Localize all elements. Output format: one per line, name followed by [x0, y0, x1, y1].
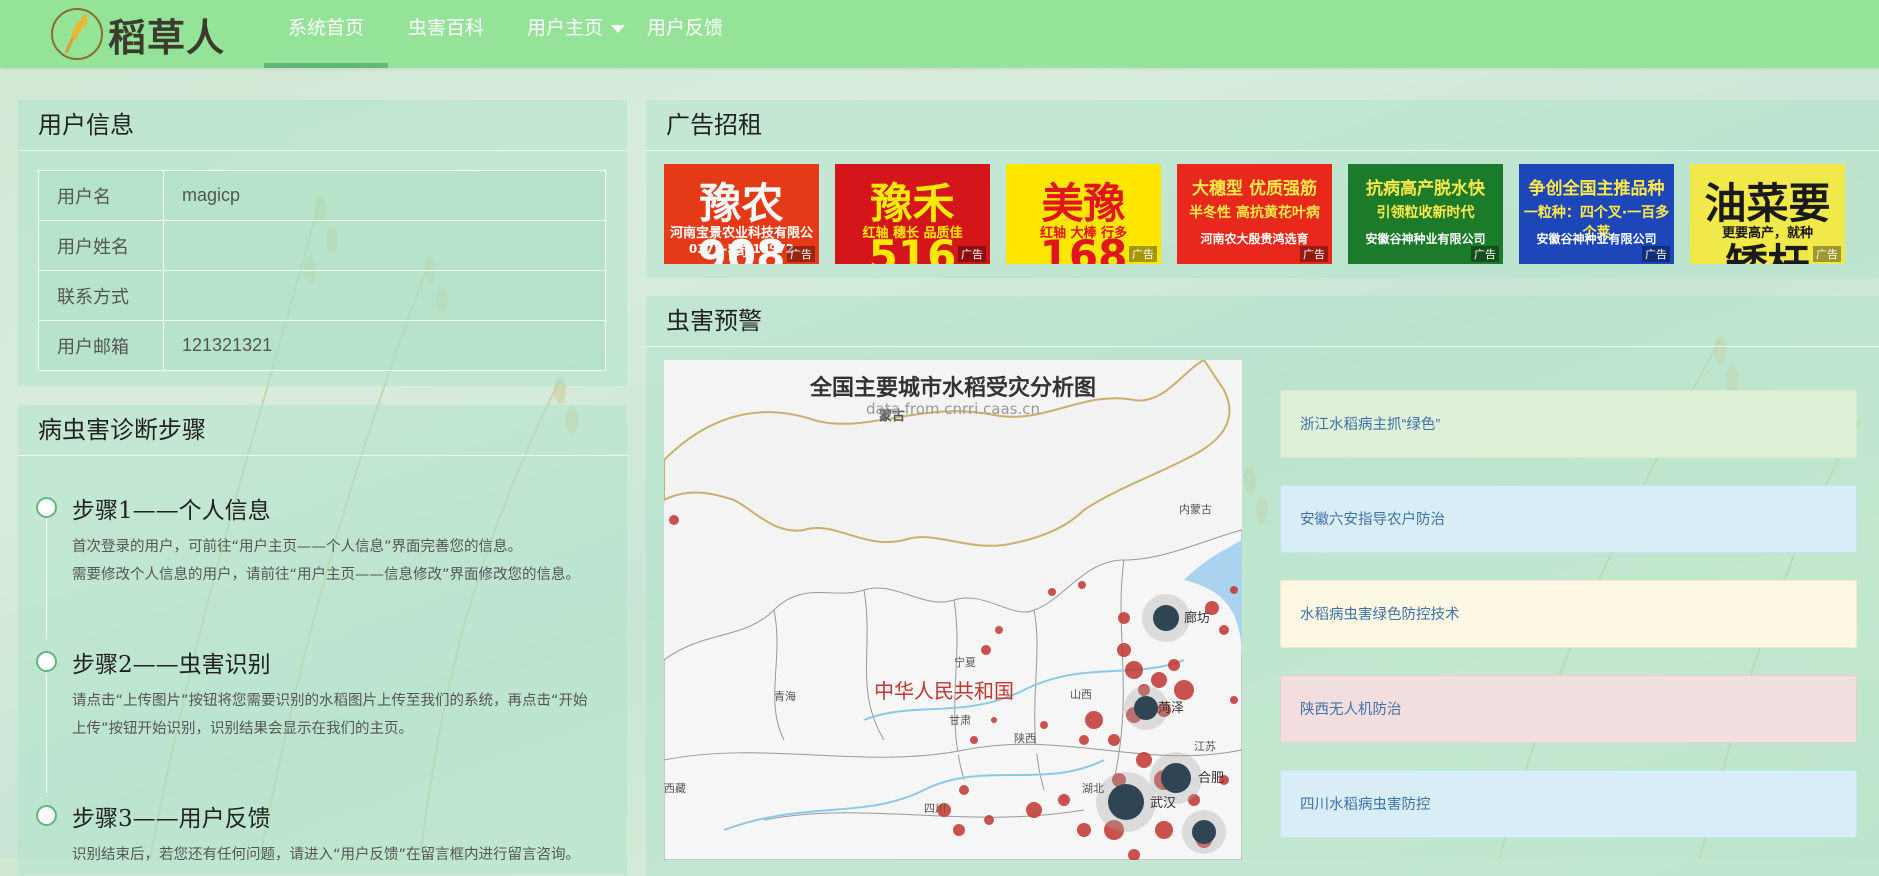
diagnosis-steps-title: 病虫害诊断步骤	[18, 405, 627, 456]
map-label-qinghai: 青海	[774, 689, 796, 703]
table-row: 联系方式	[38, 270, 606, 321]
step-description: 请点击“上传图片”按钮将您需要识别的水稻图片上传至我们的系统，再点击“开始 上传…	[72, 687, 622, 743]
ad-main-text: 大穗型 优质强筋	[1192, 179, 1317, 199]
step-line-text: 首次登录的用户，可前往“用户主页——个人信息”界面完善您的信息。	[72, 539, 523, 555]
map-label-jiangsu: 江苏	[1194, 740, 1216, 753]
china-map-graphic: 蒙古 内蒙古 青海 甘肃 宁夏 陕西 山西 西藏 四川 廊坊 菏泽 合肥 武汉 …	[664, 360, 1242, 860]
ad-sub-text: 半冬性 高抗黄花叶病	[1189, 205, 1320, 221]
ad-sub-text: 引领粒收新时代	[1376, 205, 1475, 221]
ad-main-text: 抗病高产脱水快	[1366, 179, 1485, 199]
ad-sub-text: 红轴 穗长 品质佳	[862, 226, 963, 241]
ad-banner[interactable]: 豫禾516 红轴 穗长 品质佳 广告	[835, 164, 990, 264]
rice-disaster-map[interactable]: 蒙古 内蒙古 青海 甘肃 宁夏 陕西 山西 西藏 四川 廊坊 菏泽 合肥 武汉 …	[664, 360, 1242, 860]
map-subtitle: data from cnrri.caas.cn	[866, 400, 1040, 418]
ad-banner[interactable]: 豫农908 河南宝景农业科技有限公司 0371-55619972 广告	[664, 164, 819, 264]
rice-logo-icon	[48, 5, 106, 63]
ad-tag-label: 广告	[1129, 246, 1157, 262]
ad-sub-text: 安徽谷神种业有限公司	[1365, 232, 1486, 246]
step-line-text: 识别结束后，若您还有任何问题，请进入“用户反馈”在留言框内进行留言咨询。	[72, 847, 581, 863]
step-circle-icon	[36, 805, 57, 826]
ad-banner[interactable]: 抗病高产脱水快引领粒收新时代 安徽谷神种业有限公司 广告	[1348, 164, 1503, 264]
warning-alert-item[interactable]: 四川水稻病虫害防控	[1280, 770, 1857, 838]
map-label-hefei: 合肥	[1198, 771, 1224, 786]
map-label-shanxi: 山西	[1070, 688, 1092, 701]
ad-tag-label: 广告	[1471, 246, 1499, 262]
ads-title: 广告招租	[646, 100, 1879, 151]
top-navbar: 稻草人 系统首页 虫害百科 用户主页 用户反馈	[0, 0, 1879, 68]
timeline-line	[46, 673, 47, 793]
warning-alert-item[interactable]: 浙江水稻病主抓“绿色”	[1280, 390, 1857, 458]
warning-alert-item[interactable]: 安徽六安指导农户防治	[1280, 485, 1857, 553]
step-title: 步骤1——个人信息	[72, 498, 271, 524]
user-info-panel: 用户信息 用户名 magicp 用户姓名 联系方式 用户邮箱 121321321	[18, 100, 627, 386]
nav-feedback[interactable]: 用户反馈	[647, 0, 723, 68]
map-label-china: 中华人民共和国	[874, 679, 1014, 703]
nav-pest-encyclopedia[interactable]: 虫害百科	[408, 0, 484, 68]
step-description: 首次登录的用户，可前往“用户主页——个人信息”界面完善您的信息。 需要修改个人信…	[72, 533, 622, 589]
step-description: 识别结束后，若您还有任何问题，请进入“用户反馈”在留言框内进行留言咨询。	[72, 841, 622, 869]
username-value: magicp	[163, 170, 606, 221]
ad-tag-label: 广告	[787, 246, 815, 262]
table-row: 用户邮箱 121321321	[38, 320, 606, 371]
user-info-table: 用户名 magicp 用户姓名 联系方式 用户邮箱 121321321	[38, 170, 606, 371]
field-label: 联系方式	[38, 270, 164, 321]
contact-value	[163, 270, 606, 321]
step-circle-icon	[36, 651, 57, 672]
map-label-ningxia: 宁夏	[954, 655, 976, 669]
field-label: 用户姓名	[38, 220, 164, 271]
email-value: 121321321	[163, 320, 606, 371]
nav-user-home[interactable]: 用户主页	[527, 0, 626, 68]
map-label-wuhan: 武汉	[1150, 796, 1176, 811]
ad-sub-text: 河南农大殷贵鸿选育	[1200, 232, 1309, 246]
ad-sub-text: 安徽谷神种业有限公司	[1536, 232, 1657, 246]
ad-sub-text: 红轴 大棒 行多	[1039, 226, 1128, 241]
step-circle-icon	[36, 497, 57, 518]
nav-home[interactable]: 系统首页	[263, 0, 389, 68]
step-title: 步骤2——虫害识别	[72, 652, 271, 678]
realname-value	[163, 220, 606, 271]
map-label-sichuan: 四川	[924, 802, 946, 815]
map-title: 全国主要城市水稻受灾分析图	[809, 376, 1096, 401]
ad-tag-label: 广告	[958, 246, 986, 262]
ad-tag-label: 广告	[1642, 246, 1670, 262]
step-line-text: 需要修改个人信息的用户，请前往“用户主页——信息修改”界面修改您的信息。	[72, 567, 581, 583]
ad-banner[interactable]: 美豫168 红轴 大棒 行多 广告	[1006, 164, 1161, 264]
warning-alert-item[interactable]: 陕西无人机防治	[1280, 675, 1857, 743]
map-label-tibet: 西藏	[664, 782, 686, 795]
ad-main-text: 争创全国主推品种	[1528, 179, 1665, 199]
ad-tag-label: 广告	[1813, 246, 1841, 262]
field-label: 用户邮箱	[38, 320, 164, 371]
ad-tag-label: 广告	[1300, 246, 1328, 262]
ad-banner[interactable]: 油菜要矮杆更要高产，就种广告	[1690, 164, 1845, 264]
brand-name: 稻草人	[108, 14, 226, 60]
step-line-text: 上传”按钮开始识别，识别结果会显示在我们的主页。	[72, 721, 414, 737]
step-title: 步骤3——用户反馈	[72, 806, 271, 832]
map-label-hubei: 湖北	[1082, 782, 1104, 795]
user-info-title: 用户信息	[18, 100, 627, 151]
warning-alert-item[interactable]: 水稻病虫害绿色防控技术	[1280, 580, 1857, 648]
step-line-text: 请点击“上传图片”按钮将您需要识别的水稻图片上传至我们的系统，再点击“开始	[72, 693, 588, 709]
timeline-line	[46, 519, 47, 639]
diagnosis-steps-panel: 病虫害诊断步骤 步骤1——个人信息 首次登录的用户，可前往“用户主页——个人信息…	[18, 405, 627, 875]
ad-banner[interactable]: 大穗型 优质强筋半冬性 高抗黄花叶病 河南农大殷贵鸿选育 广告	[1177, 164, 1332, 264]
pest-warning-title: 虫害预警	[646, 296, 1879, 347]
map-label-heze: 菏泽	[1158, 701, 1184, 716]
map-label-inner-mongolia: 内蒙古	[1179, 502, 1212, 516]
brand-logo[interactable]: 稻草人	[48, 0, 225, 68]
map-label-langfang: 廊坊	[1184, 610, 1210, 626]
table-row: 用户名 magicp	[38, 170, 606, 221]
table-row: 用户姓名	[38, 220, 606, 271]
chevron-down-icon	[611, 24, 626, 33]
ad-banner[interactable]: 争创全国主推品种 一粒种：四个叉·一百多个荚 安徽谷神种业有限公司 广告	[1519, 164, 1674, 264]
map-label-shaanxi: 陕西	[1014, 731, 1036, 745]
map-label-gansu: 甘肃	[949, 714, 971, 727]
field-label: 用户名	[38, 170, 164, 221]
ad-sub-text: 更要高产，就种	[1721, 226, 1813, 241]
